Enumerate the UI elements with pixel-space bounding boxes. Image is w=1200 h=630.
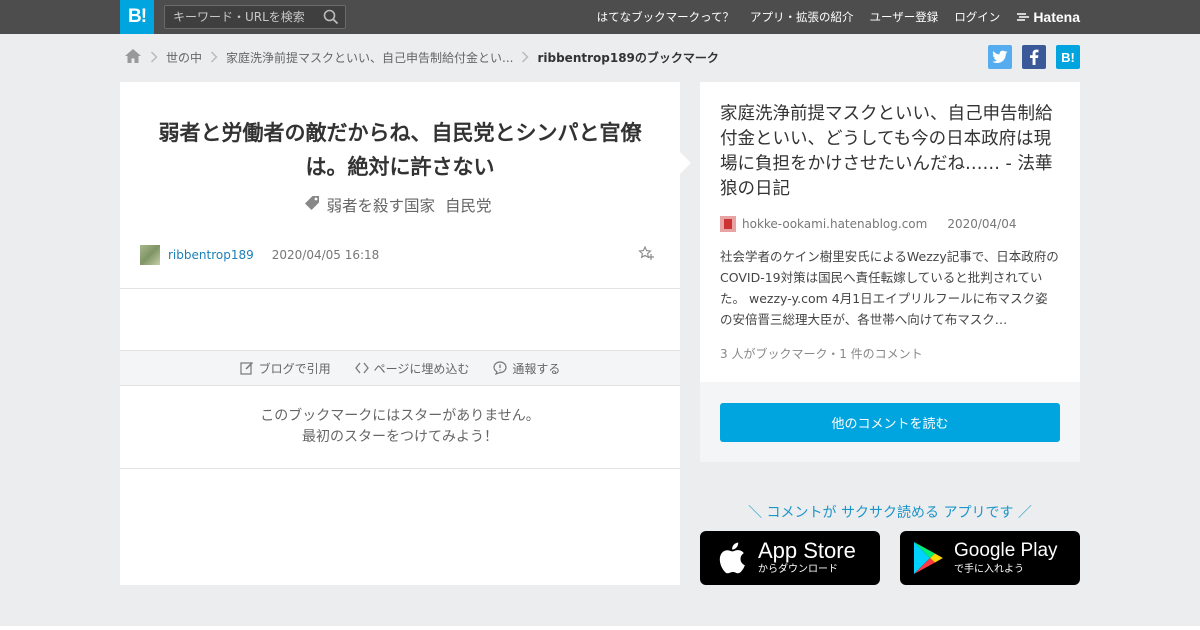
no-star-message: このブックマークにはスターがありません。 最初のスターをつけてみよう！ [120,406,680,448]
app-promo-tagline: ＼ コメントが サクサク読める アプリです ／ [748,505,1032,521]
twitter-icon [992,50,1008,63]
google-play-icon [914,542,943,574]
tag-icon [304,195,320,215]
report-icon [493,361,507,375]
tag-item[interactable]: 弱者を殺す国家 [326,194,435,216]
avatar[interactable] [140,245,160,265]
divider [120,288,680,289]
entry-title-link[interactable]: 家庭洗浄前提マスクといい、自己申告制給付金といい、どうしても今の日本政府は現場に… [720,102,1062,202]
quote-in-blog-label: ブログで引用 [258,361,331,376]
facebook-icon [1030,49,1039,65]
tag-list: 弱者を殺す国家 自民党 [120,194,680,216]
chevron-right-icon [210,51,218,63]
code-icon [354,362,369,374]
chevron-right-icon [521,51,530,63]
app-store-subtitle: からダウンロード [758,564,838,575]
bookmark-actions: ブログで引用 ページに埋め込む 通報する [120,350,680,386]
home-icon[interactable] [124,48,142,67]
nav-register[interactable]: ユーザー登録 [870,9,939,25]
embed-page-button[interactable]: ページに埋め込む [354,360,470,377]
entry-source: hokke-ookami.hatenablog.com 2020/04/04 [720,216,1017,232]
read-more-area: 他のコメントを読む [700,382,1080,462]
entry-meta[interactable]: 3 人がブックマーク・1 件のコメント [720,345,923,362]
report-button[interactable]: 通報する [493,360,560,377]
hatena-brand-text: Hatena [1033,9,1080,25]
app-store-title: App Store [758,538,856,563]
entry-summary: 社会学者のケイン樹里安氏によるWezzy記事で、日本政府のCOVID-19対策は… [720,249,1059,327]
chevron-right-icon [150,51,158,63]
quote-in-blog-button[interactable]: ブログで引用 [239,360,331,377]
search-icon[interactable] [323,9,339,29]
star-add-icon[interactable] [638,245,654,264]
hatena-bookmark-logo[interactable]: B! [120,0,154,34]
bookmark-card: 弱者と労働者の敵だからね、自民党とシンパと官僚は。絶対に許さない 弱者を殺す国家… [120,82,680,585]
search-input[interactable] [165,6,315,28]
hatena-brand-link[interactable]: Hatena [1016,9,1080,25]
breadcrumb-entry[interactable]: 家庭洗浄前提マスクといい、自己申告制給付金とい... [226,49,513,66]
embed-page-label: ページに埋め込む [373,361,470,376]
share-buttons: B! [988,45,1080,69]
site-favicon-icon [720,216,736,232]
tag-item[interactable]: 自民党 [445,194,492,216]
nav-login[interactable]: ログイン [954,9,1000,25]
nav-apps[interactable]: アプリ・拡張の紹介 [750,9,854,25]
read-other-comments-button[interactable]: 他のコメントを読む [720,403,1060,442]
facebook-share-button[interactable] [1022,45,1046,69]
username-link[interactable]: ribbentrop189 [168,248,254,262]
bookmark-comment: 弱者と労働者の敵だからね、自民党とシンパと官僚は。絶対に許さない [158,121,642,179]
footer-edge [0,626,1200,630]
edit-icon [239,361,253,375]
search-box[interactable] [164,5,346,29]
apple-icon [719,542,745,574]
hatena-share-button[interactable]: B! [1056,45,1080,69]
nav-about[interactable]: はてなブックマークって？ [597,9,734,25]
entry-domain[interactable]: hokke-ookami.hatenablog.com [742,217,927,231]
google-play-badge[interactable]: Google Play で手に入れよう [900,531,1080,585]
twitter-share-button[interactable] [988,45,1012,69]
breadcrumb-current: ribbentrop189のブックマーク [537,50,719,65]
breadcrumb-category[interactable]: 世の中 [166,49,202,66]
top-nav-links: はてなブックマークって？ アプリ・拡張の紹介 ユーザー登録 ログイン Haten… [597,0,1080,34]
no-star-cta: 最初のスターをつけてみよう！ [302,429,498,445]
google-play-subtitle: で手に入れよう [954,564,1024,575]
breadcrumb: 世の中 家庭洗浄前提マスクといい、自己申告制給付金とい... ribbentro… [124,47,719,67]
top-navbar: B! はてなブックマークって？ アプリ・拡張の紹介 ユーザー登録 ログイン Ha… [0,0,1200,34]
entry-card: 家庭洗浄前提マスクといい、自己申告制給付金といい、どうしても今の日本政府は現場に… [700,82,1080,382]
divider [120,468,680,469]
app-store-badge[interactable]: App Store からダウンロード [700,531,880,585]
report-label: 通報する [512,361,561,376]
hatena-wind-icon [1017,13,1030,21]
bookmark-timestamp: 2020/04/05 16:18 [271,248,380,262]
google-play-title: Google Play [954,540,1058,561]
entry-date: 2020/04/04 [947,217,1017,231]
bookmark-user-row: ribbentrop189 2020/04/05 16:18 [140,245,660,265]
card-pointer [680,152,691,174]
no-star-line: このブックマークにはスターがありません。 [260,408,540,424]
